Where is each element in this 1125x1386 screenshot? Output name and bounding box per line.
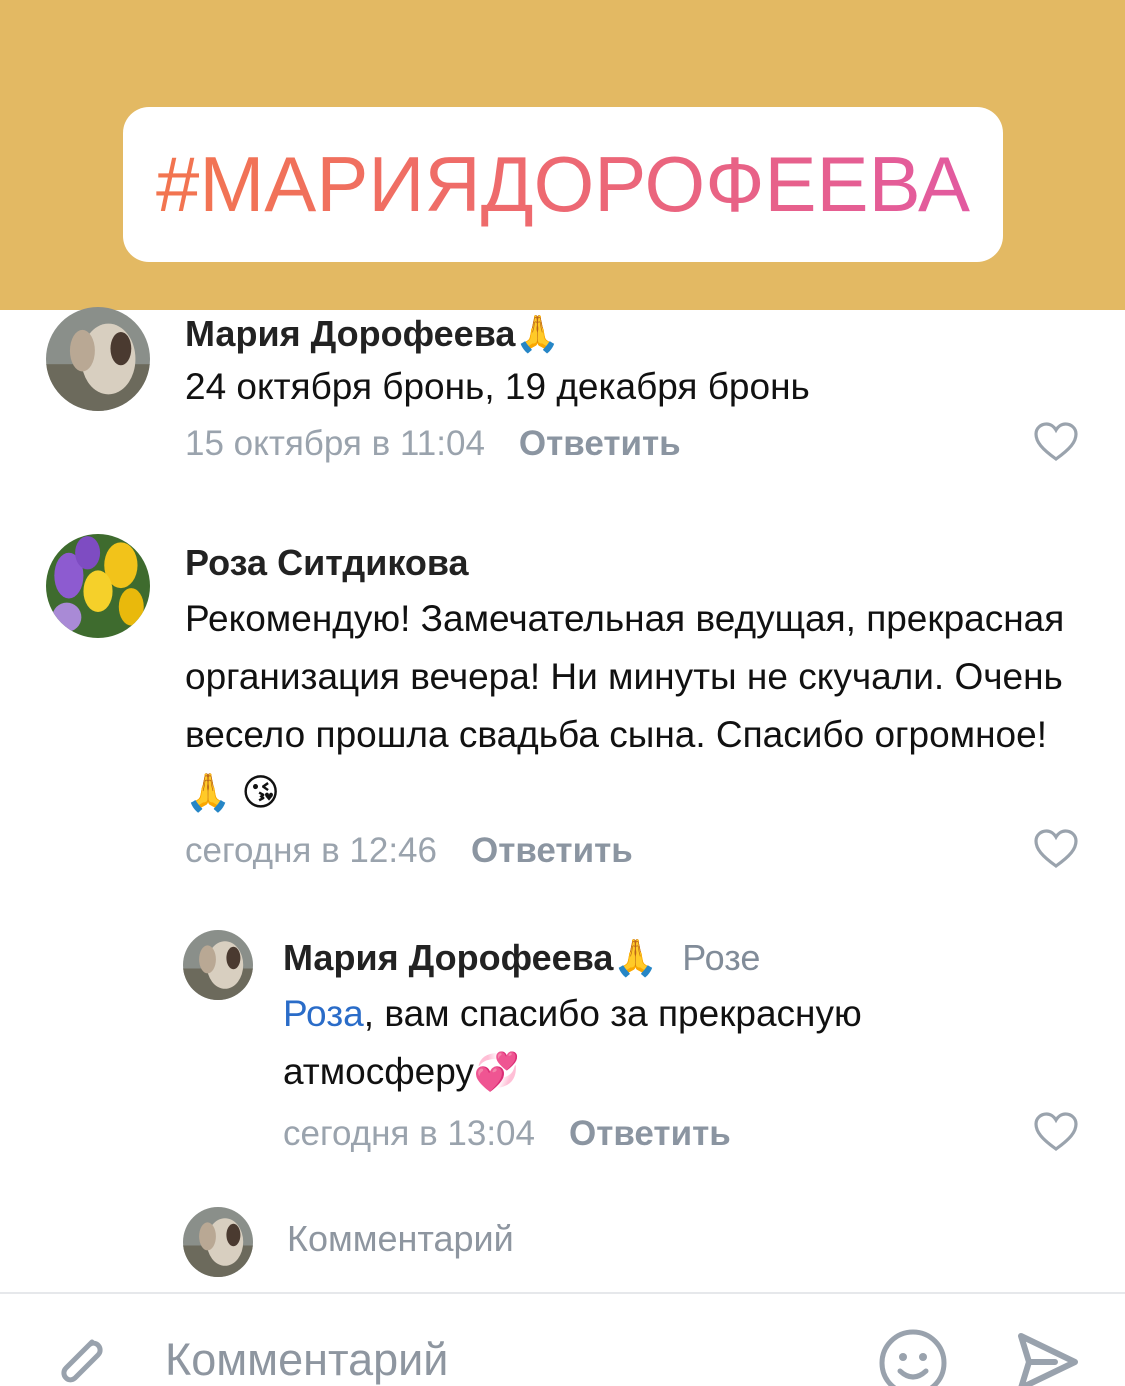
like-icon[interactable] (1034, 422, 1078, 462)
mention-link[interactable]: Роза (283, 993, 364, 1034)
header-banner: #МАРИЯДОРОФЕЕВА (0, 0, 1125, 310)
comment-date: 15 октября в 11:04 (185, 424, 485, 463)
reply-button[interactable]: Ответить (519, 424, 681, 463)
reply-button[interactable]: Ответить (471, 831, 633, 870)
avatar[interactable] (46, 307, 150, 411)
comment-author[interactable]: Мария Дорофеева🙏 Розе (283, 937, 760, 979)
pray-emoji: 🙏 (515, 313, 561, 354)
like-icon[interactable] (1034, 829, 1078, 869)
comment-input[interactable]: Комментарий (165, 1334, 448, 1386)
comment-text: Роза, вам спасибо за прекрасную атмосфер… (283, 993, 862, 1092)
avatar[interactable] (183, 1207, 253, 1277)
comment-meta: 15 октября в 11:04 Ответить (185, 424, 681, 464)
comment-composer-bar: Комментарий (0, 1294, 1125, 1386)
pray-emoji: 🙏 (613, 937, 659, 978)
comment-author[interactable]: Роза Ситдикова (185, 542, 469, 584)
comment-meta: сегодня в 13:04 Ответить (283, 1114, 731, 1154)
inline-comment-input[interactable]: Комментарий (287, 1218, 514, 1260)
paperclip-icon[interactable] (48, 1328, 114, 1386)
avatar[interactable] (183, 930, 253, 1000)
reply-button[interactable]: Ответить (569, 1114, 731, 1153)
comment-date: сегодня в 13:04 (283, 1114, 535, 1153)
like-icon[interactable] (1034, 1112, 1078, 1152)
avatar[interactable] (46, 534, 150, 638)
comment-author[interactable]: Мария Дорофеева🙏 (185, 313, 560, 355)
comment-date: сегодня в 12:46 (185, 831, 437, 870)
smile-icon[interactable] (878, 1328, 948, 1386)
send-icon[interactable] (1015, 1330, 1079, 1386)
comment-meta: сегодня в 12:46 Ответить (185, 831, 633, 871)
hashtag-card: #МАРИЯДОРОФЕЕВА (123, 107, 1003, 262)
reply-to-label[interactable]: Розе (682, 937, 760, 978)
comment-text: 24 октября бронь, 19 декабря бронь (185, 366, 810, 407)
hashtag-title: #МАРИЯДОРОФЕЕВА (155, 140, 971, 228)
comment-text: Рекомендую! Замечательная ведущая, прекр… (185, 598, 1065, 813)
